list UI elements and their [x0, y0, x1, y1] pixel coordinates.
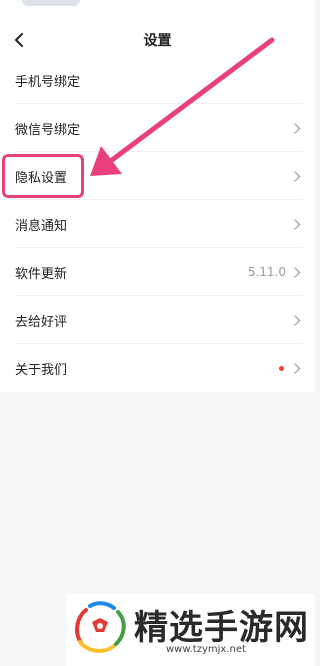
- chevron-right-icon: [294, 362, 301, 374]
- setting-notifications[interactable]: 消息通知: [0, 200, 315, 248]
- setting-wechat-binding[interactable]: 微信号绑定: [0, 104, 315, 152]
- status-bar-fragment: [22, 0, 80, 6]
- version-value: 5.11.0: [247, 265, 286, 279]
- setting-rate-app[interactable]: 去给好评: [0, 296, 315, 344]
- chevron-right-icon: [294, 314, 301, 326]
- row-accessory: 5.11.0: [248, 248, 301, 296]
- chevron-right-icon: [294, 218, 301, 230]
- page-title: 设置: [143, 33, 172, 49]
- watermark-url: www.tzymjx.net: [166, 644, 246, 655]
- row-accessory: [294, 152, 301, 200]
- row-accessory: [279, 344, 301, 392]
- row-accessory: [294, 200, 301, 248]
- settings-list: 手机号绑定 微信号绑定 隐私设置 消息通知 软件更新 5.11.0 去给好评 关…: [0, 56, 315, 392]
- setting-label: 消息通知: [15, 218, 68, 234]
- setting-label: 软件更新: [15, 266, 68, 282]
- row-accessory: [294, 104, 301, 152]
- watermark: 精选手游网 www.tzymjx.net: [66, 594, 315, 666]
- setting-software-update[interactable]: 软件更新 5.11.0: [0, 248, 315, 296]
- setting-label: 微信号绑定: [15, 122, 81, 138]
- chevron-right-icon: [294, 266, 301, 278]
- highlight-box: [2, 154, 84, 198]
- notification-dot: [279, 365, 284, 371]
- site-logo-icon: [75, 601, 126, 653]
- watermark-title: 精选手游网: [134, 608, 309, 648]
- setting-label: 去给好评: [15, 314, 68, 330]
- chevron-right-icon: [294, 170, 301, 182]
- setting-phone-binding[interactable]: 手机号绑定: [0, 56, 315, 104]
- status-bar: [0, 0, 315, 14]
- setting-about-us[interactable]: 关于我们: [0, 344, 315, 392]
- header: 设置: [0, 20, 315, 60]
- setting-label: 手机号绑定: [15, 74, 81, 90]
- setting-label: 关于我们: [15, 362, 68, 378]
- row-accessory: [294, 296, 301, 344]
- chevron-right-icon: [294, 122, 301, 134]
